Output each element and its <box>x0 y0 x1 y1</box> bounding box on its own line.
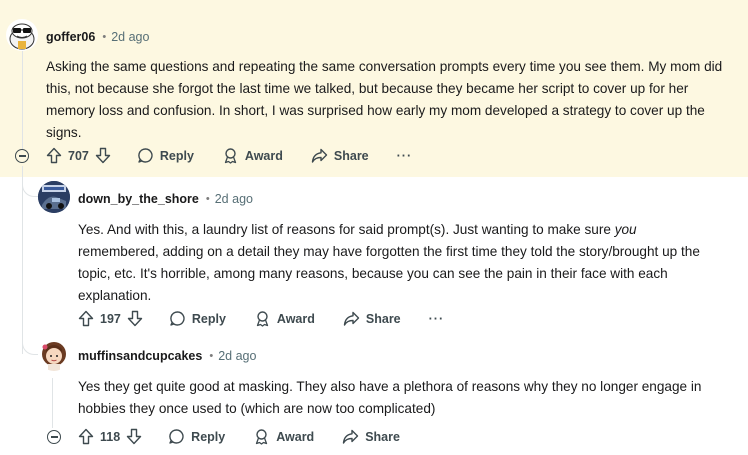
timestamp[interactable]: 2d ago <box>218 349 256 363</box>
comment-body-emphasis: you <box>614 222 637 237</box>
avatar[interactable] <box>38 181 70 213</box>
meta-separator: • <box>209 350 214 362</box>
collapse-thread-button[interactable] <box>15 149 29 163</box>
reply-bubble-icon <box>170 311 185 326</box>
share-arrow-icon <box>343 429 359 444</box>
timestamp[interactable]: 2d ago <box>111 30 149 44</box>
award-button[interactable]: Award <box>253 428 314 445</box>
award-button[interactable]: Award <box>222 147 283 164</box>
award-label: Award <box>276 429 315 444</box>
user-avatar-icon <box>38 181 70 213</box>
share-button[interactable]: Share <box>343 310 401 327</box>
user-avatar-icon <box>42 342 66 371</box>
share-arrow-icon <box>343 311 360 326</box>
award-icon <box>256 311 269 327</box>
thread-line <box>22 166 23 354</box>
username[interactable]: muffinsandcupcakes <box>78 349 202 363</box>
upvote-button[interactable] <box>78 428 94 445</box>
reply-button[interactable]: Reply <box>168 428 225 445</box>
award-button[interactable]: Award <box>254 310 315 327</box>
upvote-arrow-icon <box>78 310 94 327</box>
vote-count: 118 <box>100 429 121 444</box>
thread-line <box>52 378 53 428</box>
avatar[interactable] <box>38 339 70 371</box>
username[interactable]: goffer06 <box>46 30 95 44</box>
upvote-button[interactable] <box>78 310 94 327</box>
downvote-button[interactable] <box>127 310 143 327</box>
more-options-button[interactable]: ··· <box>429 312 445 326</box>
downvote-button[interactable] <box>95 147 111 164</box>
share-button[interactable]: Share <box>311 147 369 164</box>
reply-label: Reply <box>159 148 194 163</box>
thread-connector <box>22 341 38 355</box>
comment-body: Asking the same questions and repeating … <box>46 59 723 140</box>
vote-count: 197 <box>100 311 121 326</box>
downvote-arrow-icon <box>95 147 111 164</box>
avatar[interactable] <box>6 19 38 51</box>
more-options-button[interactable]: ··· <box>397 149 413 163</box>
reply-button[interactable]: Reply <box>169 310 226 327</box>
comment-body: Yes they get quite good at masking. They… <box>78 379 702 416</box>
reply-label: Reply <box>191 429 226 444</box>
username[interactable]: down_by_the_shore <box>78 192 199 206</box>
share-label: Share <box>365 311 401 326</box>
snoo-avatar-icon <box>9 23 35 50</box>
reply-bubble-icon <box>169 429 184 444</box>
downvote-button[interactable] <box>126 428 142 445</box>
meta-separator: • <box>102 31 107 43</box>
award-label: Award <box>276 311 315 326</box>
reply-button[interactable]: Reply <box>137 147 194 164</box>
upvote-button[interactable] <box>46 147 62 164</box>
award-icon <box>224 148 237 164</box>
share-arrow-icon <box>311 148 328 163</box>
comment-body-text: Yes. And with this, a laundry list of re… <box>78 222 615 237</box>
award-icon <box>256 429 268 445</box>
collapse-thread-button[interactable] <box>47 430 61 444</box>
meta-separator: • <box>205 193 210 205</box>
comment-body-text: remembered, adding on a detail they may … <box>78 244 700 303</box>
timestamp[interactable]: 2d ago <box>215 192 253 206</box>
share-label: Share <box>333 148 369 163</box>
share-label: Share <box>365 429 400 444</box>
reply-bubble-icon <box>138 148 153 163</box>
reply-label: Reply <box>191 311 226 326</box>
comment-body: Yes. And with this, a laundry list of re… <box>78 219 720 307</box>
upvote-arrow-icon <box>78 428 94 445</box>
thread-connector <box>22 183 38 197</box>
share-button[interactable]: Share <box>342 428 400 445</box>
downvote-arrow-icon <box>127 310 143 327</box>
downvote-arrow-icon <box>126 428 142 445</box>
thread-line <box>22 48 23 150</box>
vote-count: 707 <box>68 148 89 163</box>
award-label: Award <box>244 148 283 163</box>
upvote-arrow-icon <box>46 147 62 164</box>
